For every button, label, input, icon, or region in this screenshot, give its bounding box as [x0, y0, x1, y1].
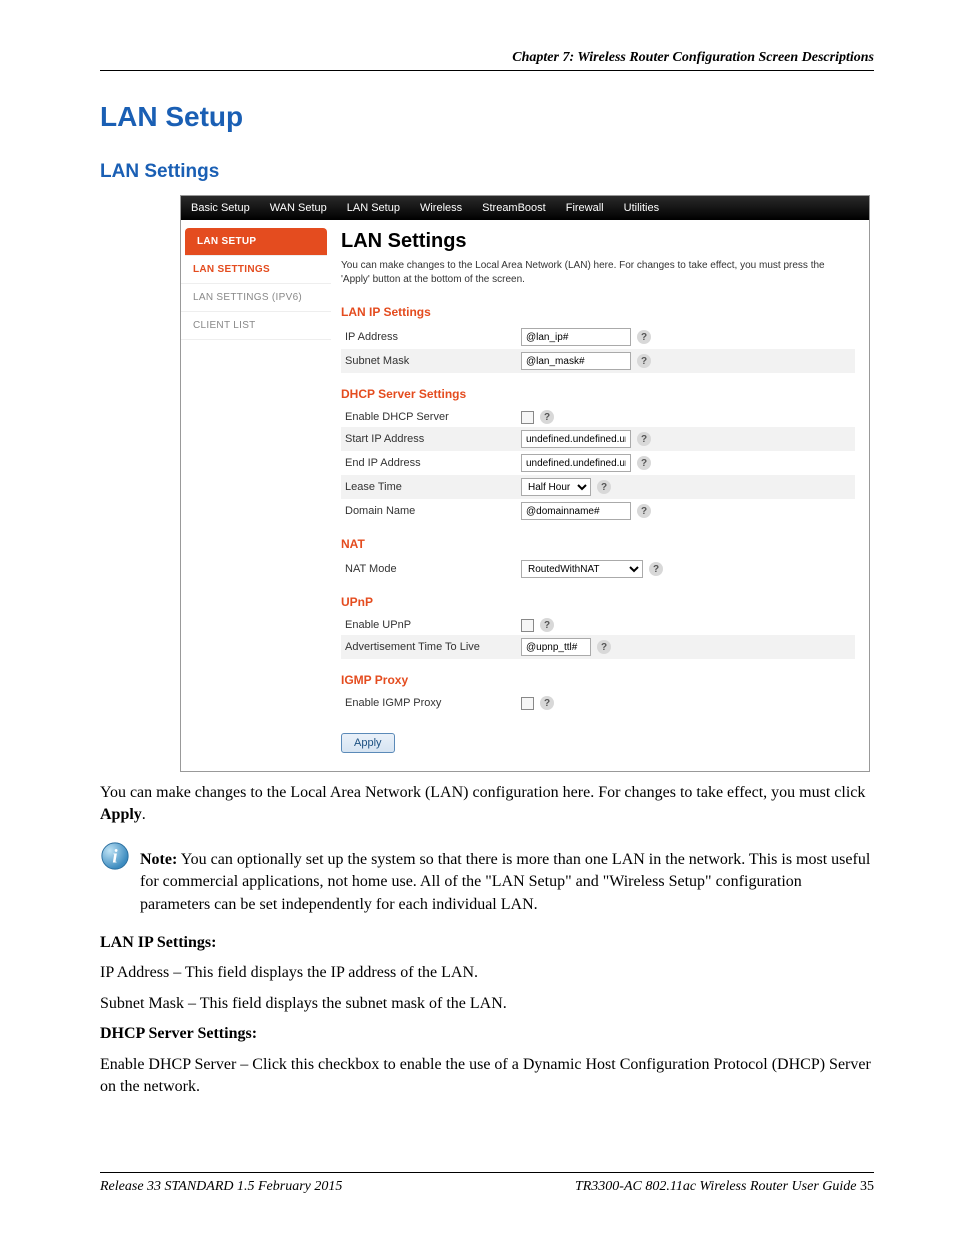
- section-title: LAN Settings: [100, 161, 874, 183]
- desc-ip-address: IP Address – This field displays the IP …: [100, 962, 874, 984]
- help-icon[interactable]: ?: [637, 354, 651, 368]
- panel-title: LAN Settings: [341, 230, 855, 253]
- section-upnp: UPnP: [341, 595, 855, 609]
- help-icon[interactable]: ?: [597, 640, 611, 654]
- page-title: LAN Setup: [100, 101, 874, 133]
- router-ui-screenshot: Basic Setup WAN Setup LAN Setup Wireless…: [180, 195, 870, 772]
- help-icon[interactable]: ?: [637, 504, 651, 518]
- panel-description: You can make changes to the Local Area N…: [341, 259, 855, 287]
- note-label: Note:: [140, 851, 177, 868]
- intro-paragraph: You can make changes to the Local Area N…: [100, 782, 874, 827]
- help-icon[interactable]: ?: [637, 330, 651, 344]
- note-paragraph: Note: You can optionally set up the syst…: [140, 849, 874, 916]
- sidebar-item-client-list[interactable]: CLIENT LIST: [181, 312, 331, 340]
- label-enable-upnp: Enable UPnP: [341, 619, 521, 631]
- info-icon: i: [100, 841, 130, 871]
- text: You can make changes to the Local Area N…: [100, 784, 865, 801]
- end-ip-input[interactable]: [521, 454, 631, 472]
- text: .: [142, 806, 146, 823]
- top-tabs: Basic Setup WAN Setup LAN Setup Wireless…: [181, 196, 869, 220]
- enable-igmp-checkbox[interactable]: [521, 697, 534, 710]
- apply-button[interactable]: Apply: [341, 733, 395, 753]
- upnp-ttl-input[interactable]: [521, 638, 591, 656]
- label-ip-address: IP Address: [341, 331, 521, 343]
- section-lan-ip: LAN IP Settings: [341, 305, 855, 319]
- ip-address-input[interactable]: [521, 328, 631, 346]
- label-enable-dhcp: Enable DHCP Server: [341, 411, 521, 423]
- tab-wireless[interactable]: Wireless: [410, 196, 472, 220]
- sidebar-item-lan-settings[interactable]: LAN SETTINGS: [181, 256, 331, 284]
- footer-left: Release 33 STANDARD 1.5 February 2015: [100, 1179, 342, 1195]
- svg-text:i: i: [112, 846, 118, 867]
- label-domain-name: Domain Name: [341, 505, 521, 517]
- lease-time-select[interactable]: Half Hour: [521, 478, 591, 496]
- enable-dhcp-checkbox[interactable]: [521, 411, 534, 424]
- tab-firewall[interactable]: Firewall: [556, 196, 614, 220]
- help-icon[interactable]: ?: [540, 410, 554, 424]
- help-icon[interactable]: ?: [597, 480, 611, 494]
- tab-basic-setup[interactable]: Basic Setup: [181, 196, 260, 220]
- help-icon[interactable]: ?: [540, 618, 554, 632]
- subhead-dhcp: DHCP Server Settings:: [100, 1023, 874, 1045]
- help-icon[interactable]: ?: [637, 456, 651, 470]
- tab-lan-setup[interactable]: LAN Setup: [337, 196, 410, 220]
- label-subnet-mask: Subnet Mask: [341, 355, 521, 367]
- tab-utilities[interactable]: Utilities: [614, 196, 669, 220]
- section-dhcp: DHCP Server Settings: [341, 387, 855, 401]
- nat-mode-select[interactable]: RoutedWithNAT: [521, 560, 643, 578]
- subhead-lan-ip: LAN IP Settings:: [100, 932, 874, 954]
- label-nat-mode: NAT Mode: [341, 563, 521, 575]
- domain-name-input[interactable]: [521, 502, 631, 520]
- footer-right: TR3300-AC 802.11ac Wireless Router User …: [575, 1179, 874, 1195]
- page-footer: Release 33 STANDARD 1.5 February 2015 TR…: [100, 1172, 874, 1195]
- chapter-header: Chapter 7: Wireless Router Configuration…: [100, 50, 874, 71]
- start-ip-input[interactable]: [521, 430, 631, 448]
- desc-subnet-mask: Subnet Mask – This field displays the su…: [100, 993, 874, 1015]
- label-start-ip: Start IP Address: [341, 433, 521, 445]
- help-icon[interactable]: ?: [649, 562, 663, 576]
- subnet-mask-input[interactable]: [521, 352, 631, 370]
- help-icon[interactable]: ?: [637, 432, 651, 446]
- label-end-ip: End IP Address: [341, 457, 521, 469]
- tab-wan-setup[interactable]: WAN Setup: [260, 196, 337, 220]
- sidebar-item-lan-settings-ipv6[interactable]: LAN SETTINGS (IPV6): [181, 284, 331, 312]
- label-upnp-ttl: Advertisement Time To Live: [341, 641, 521, 653]
- sidebar: LAN SETUP LAN SETTINGS LAN SETTINGS (IPV…: [181, 220, 331, 771]
- section-igmp: IGMP Proxy: [341, 673, 855, 687]
- apply-word: Apply: [100, 806, 142, 823]
- tab-streamboost[interactable]: StreamBoost: [472, 196, 556, 220]
- footer-guide-name: TR3300-AC 802.11ac Wireless Router User …: [575, 1179, 860, 1194]
- section-nat: NAT: [341, 537, 855, 551]
- help-icon[interactable]: ?: [540, 696, 554, 710]
- label-lease-time: Lease Time: [341, 481, 521, 493]
- label-enable-igmp: Enable IGMP Proxy: [341, 697, 521, 709]
- desc-enable-dhcp: Enable DHCP Server – Click this checkbox…: [100, 1054, 874, 1099]
- sidebar-item-lan-setup[interactable]: LAN SETUP: [185, 228, 327, 256]
- page-number: 35: [860, 1179, 874, 1194]
- note-text: You can optionally set up the system so …: [140, 851, 870, 913]
- enable-upnp-checkbox[interactable]: [521, 619, 534, 632]
